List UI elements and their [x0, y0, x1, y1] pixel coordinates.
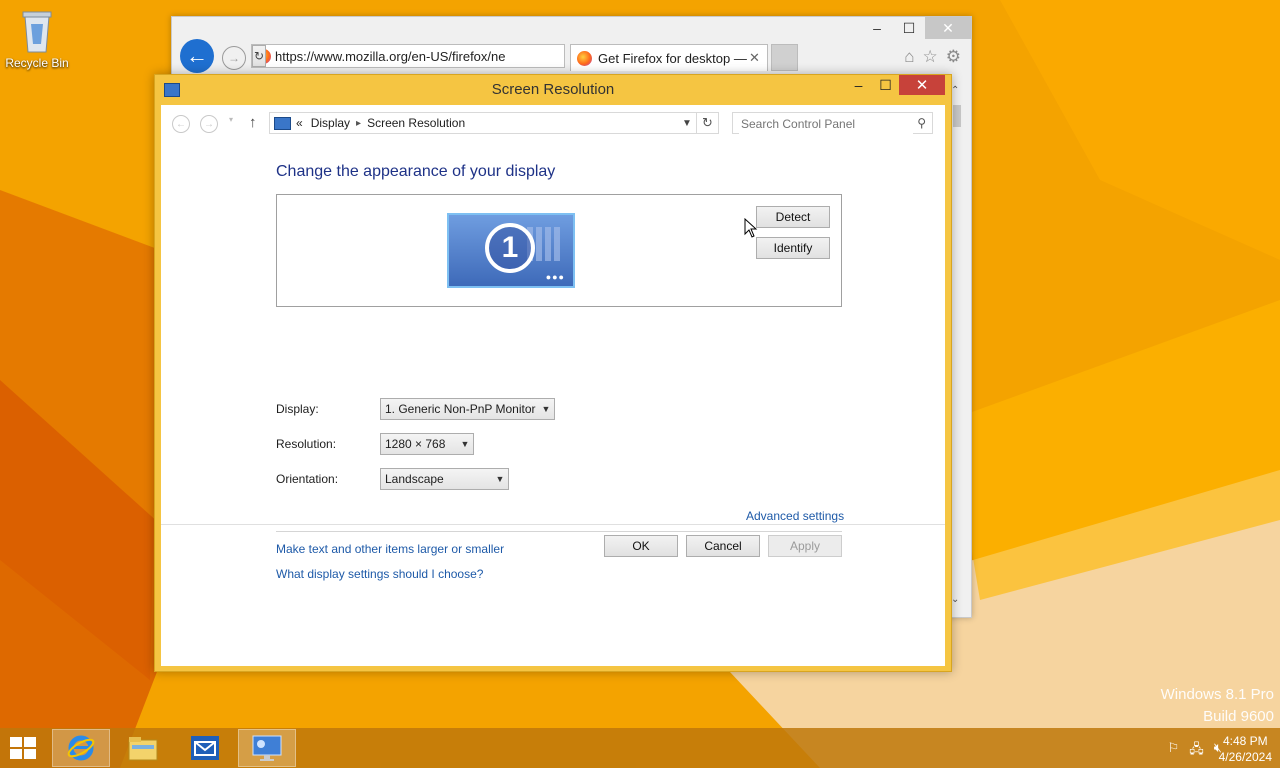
recycle-bin-shortcut[interactable]: Recycle Bin [4, 6, 70, 70]
address-bar[interactable]: https://www.mozilla.org/en-US/firefox/ne… [251, 44, 565, 68]
file-explorer-icon[interactable] [114, 729, 172, 767]
favorites-star-icon[interactable]: ☆ [923, 47, 938, 67]
window-content: ← → ▾ ↑ « Display ▸ Screen Resolution ▼ … [161, 105, 945, 666]
browser-close-button[interactable]: ✕ [925, 17, 971, 39]
up-arrow-icon[interactable]: ↑ [249, 114, 257, 131]
text-size-link[interactable]: Make text and other items larger or smal… [276, 542, 504, 556]
apply-button[interactable]: Apply [768, 535, 842, 557]
scroll-down-icon[interactable]: ⌄ [951, 594, 959, 605]
page-heading: Change the appearance of your display [276, 163, 556, 180]
chevron-down-icon[interactable]: ▼ [678, 118, 696, 129]
browser-minimize-button[interactable]: – [861, 17, 893, 39]
advanced-settings-link[interactable]: Advanced settings [746, 509, 844, 523]
watermark-build: Build 9600 [1203, 708, 1274, 725]
watermark-edition: Windows 8.1 Pro [1160, 686, 1274, 703]
monitor-1-icon[interactable]: 1 ●●● [447, 213, 575, 288]
orientation-value: Landscape [385, 472, 444, 486]
scroll-thumb[interactable] [953, 105, 961, 127]
mouse-pointer-icon [744, 217, 758, 241]
start-button[interactable] [10, 737, 38, 759]
clock[interactable]: 4:48 PM 4/26/2024 [1219, 733, 1272, 765]
internet-explorer-icon[interactable] [52, 729, 110, 767]
display-icon [274, 116, 291, 130]
recycle-bin-icon [17, 6, 57, 54]
recent-pages-icon[interactable]: ▾ [229, 115, 233, 124]
detect-button[interactable]: Detect [756, 206, 830, 228]
identify-button[interactable]: Identify [756, 237, 830, 259]
clock-time: 4:48 PM [1222, 734, 1268, 748]
scroll-up-icon[interactable]: ⌃ [951, 85, 959, 96]
taskbar: ⚐ 🖧︎ 🔇︎ 4:48 PM 4/26/2024 [0, 728, 1280, 768]
windows-watermark: Windows 8.1 Pro Build 9600 [1161, 684, 1274, 728]
chevron-down-icon: ▼ [460, 439, 470, 449]
action-center-flag-icon[interactable]: ⚐ [1168, 740, 1180, 762]
ok-button[interactable]: OK [604, 535, 678, 557]
address-url[interactable]: https://www.mozilla.org/en-US/firefox/ne [275, 49, 564, 64]
refresh-icon[interactable]: ↻ [252, 45, 266, 67]
resolution-value: 1280 × 768 [385, 437, 446, 451]
search-icon[interactable]: ⚲ [917, 116, 926, 130]
chevron-down-icon: ▼ [495, 474, 505, 484]
network-icon[interactable]: 🖧︎ [1189, 740, 1204, 762]
refresh-icon[interactable]: ↻ [697, 112, 719, 134]
chevron-down-icon: ▼ [541, 404, 551, 414]
orientation-select[interactable]: Landscape ▼ [380, 468, 509, 490]
forward-icon[interactable]: → [200, 115, 218, 133]
breadcrumb-overflow[interactable]: « [296, 116, 303, 130]
cancel-button[interactable]: Cancel [686, 535, 760, 557]
screen-resolution-window[interactable]: Screen Resolution – ☐ ✕ ← → ▾ ↑ « Displa… [154, 74, 952, 672]
breadcrumb-separator-icon[interactable]: ▸ [356, 118, 361, 129]
minimize-button[interactable]: – [845, 75, 872, 95]
resolution-label: Resolution: [276, 437, 337, 451]
recycle-bin-label: Recycle Bin [5, 56, 69, 70]
forward-arrow-icon[interactable]: → [222, 46, 246, 70]
back-arrow-icon[interactable]: ← [180, 39, 214, 73]
tab-title: Get Firefox for desktop — ... [598, 50, 749, 66]
monitor-arrangement: 1 ●●● Detect Identify [276, 194, 842, 307]
breadcrumb-display[interactable]: Display [311, 116, 350, 130]
tab-close-icon[interactable]: ✕ [749, 50, 767, 66]
browser-scrollbar[interactable]: ⌃ ⌄ [951, 85, 965, 605]
gear-icon[interactable]: ⚙ [946, 47, 961, 67]
display-select[interactable]: 1. Generic Non-PnP Monitor ▼ [380, 398, 555, 420]
breadcrumb[interactable]: « Display ▸ Screen Resolution ▼ [269, 112, 697, 134]
resolution-select[interactable]: 1280 × 768 ▼ [380, 433, 474, 455]
back-icon[interactable]: ← [172, 115, 190, 133]
home-icon[interactable]: ⌂ [904, 47, 914, 67]
footer-divider [161, 524, 945, 525]
browser-tab[interactable]: Get Firefox for desktop — ... ✕ [570, 44, 768, 71]
new-tab-button[interactable] [771, 44, 798, 71]
breadcrumb-screen-resolution[interactable]: Screen Resolution [367, 116, 465, 130]
divider [276, 531, 842, 532]
navigation-bar: ← → ▾ ↑ « Display ▸ Screen Resolution ▼ … [161, 105, 945, 143]
orientation-label: Orientation: [276, 472, 339, 486]
search-box[interactable]: ⚲ [732, 112, 933, 134]
maximize-button[interactable]: ☐ [872, 75, 899, 95]
browser-maximize-button[interactable]: ☐ [893, 17, 925, 39]
display-label: Display: [276, 402, 319, 416]
display-settings-help-link[interactable]: What display settings should I choose? [276, 567, 483, 581]
control-panel-icon[interactable] [238, 729, 296, 767]
system-tray: ⚐ 🖧︎ 🔇︎ [1168, 740, 1222, 762]
mail-icon[interactable] [176, 729, 234, 767]
monitor-number: 1 [485, 223, 535, 273]
window-title: Screen Resolution [491, 81, 615, 98]
clock-date: 4/26/2024 [1218, 750, 1272, 764]
firefox-tab-icon [577, 50, 592, 66]
search-input[interactable] [739, 114, 913, 134]
close-button[interactable]: ✕ [899, 75, 945, 95]
display-value: 1. Generic Non-PnP Monitor [385, 402, 536, 416]
